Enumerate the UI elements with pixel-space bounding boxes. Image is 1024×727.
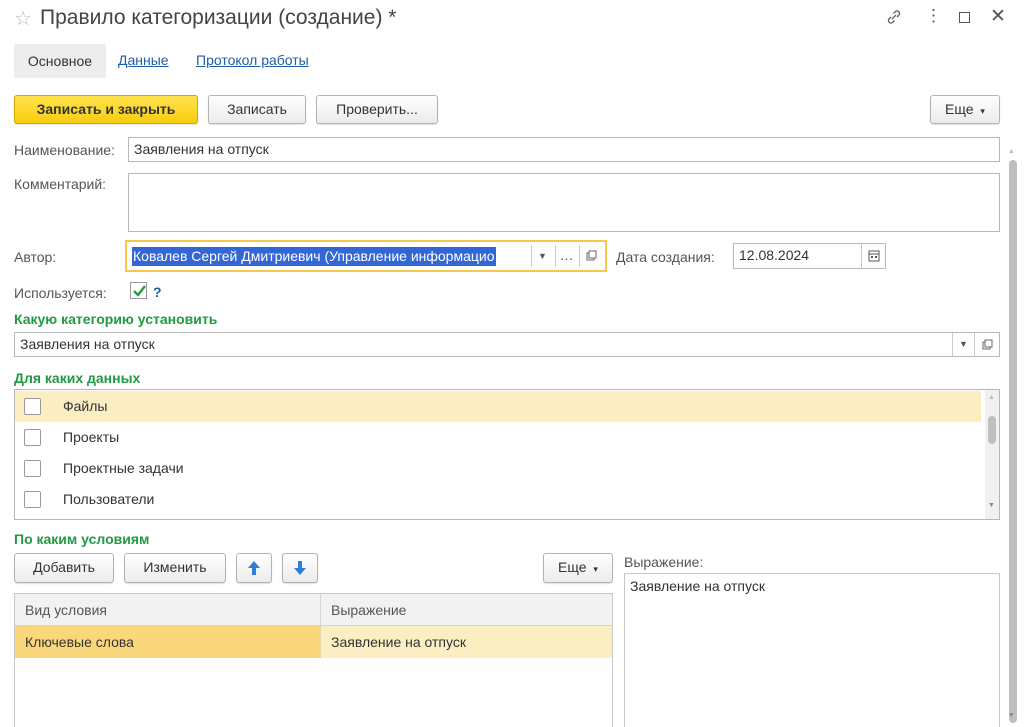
chevron-down-icon: ▾ [593, 564, 598, 574]
author-label: Автор: [14, 249, 57, 265]
open-icon[interactable] [579, 245, 601, 267]
category-field[interactable]: Заявления на отпуск ▼ [14, 332, 1000, 357]
expression-label: Выражение: [624, 554, 704, 570]
expression-value: Заявление на отпуск [630, 578, 765, 594]
category-heading: Какую категорию установить [14, 311, 218, 327]
more-vert-icon[interactable]: ⋮ [925, 6, 942, 26]
data-heading: Для каких данных [14, 370, 141, 386]
checkbox[interactable] [24, 460, 41, 477]
conditions-heading: По каким условиям [14, 531, 150, 547]
conditions-table: Вид условия Выражение Ключевые слова Зая… [14, 593, 613, 727]
scroll-thumb[interactable] [988, 416, 996, 444]
open-icon[interactable] [974, 333, 999, 356]
close-icon[interactable]: ✕ [990, 5, 1006, 28]
list-item[interactable]: Файлы [15, 391, 981, 422]
list-item[interactable]: Пользователи [15, 484, 981, 515]
cell-expression: Заявление на отпуск [331, 634, 466, 650]
checkbox[interactable] [24, 398, 41, 415]
column-divider [320, 594, 321, 626]
column-header-expression[interactable]: Выражение [331, 602, 406, 618]
help-icon[interactable]: ? [153, 284, 162, 300]
link-icon[interactable] [885, 8, 903, 31]
author-field[interactable]: Ковалев Сергей Дмитриевич (Управление ин… [125, 240, 607, 272]
star-icon[interactable]: ☆ [14, 6, 32, 31]
expression-field[interactable]: Заявление на отпуск [624, 573, 1000, 727]
select-ellipsis-button[interactable]: … [555, 245, 577, 267]
table-row[interactable]: Ключевые слова Заявление на отпуск [15, 626, 612, 658]
tab-protocol[interactable]: Протокол работы [196, 52, 309, 68]
list-item[interactable]: Проекты [15, 422, 981, 453]
tab-data[interactable]: Данные [118, 52, 169, 68]
column-divider [320, 626, 321, 658]
name-label: Наименование: [14, 142, 115, 158]
list-item-label: Файлы [63, 398, 108, 414]
checkbox[interactable] [24, 429, 41, 446]
move-down-button[interactable] [282, 553, 318, 583]
scroll-up-icon[interactable]: ▲ [988, 394, 995, 401]
comment-label: Комментарий: [14, 176, 107, 192]
window-title: Правило категоризации (создание) * [40, 6, 397, 29]
conditions-more-button[interactable]: Еще ▾ [543, 553, 613, 583]
table-header: Вид условия Выражение [15, 594, 612, 626]
cell-type: Ключевые слова [25, 634, 134, 650]
check-button[interactable]: Проверить... [316, 95, 438, 124]
chevron-down-icon[interactable]: ▼ [531, 245, 553, 267]
calendar-icon[interactable] [861, 244, 885, 268]
category-value: Заявления на отпуск [20, 336, 155, 352]
date-field[interactable]: 12.08.2024 [733, 243, 886, 269]
maximize-icon[interactable] [959, 12, 970, 23]
column-header-type[interactable]: Вид условия [25, 602, 107, 618]
used-checkbox[interactable] [130, 282, 147, 299]
list-item-label: Проекты [63, 429, 120, 445]
chevron-down-icon[interactable]: ▼ [952, 333, 974, 356]
save-button[interactable]: Записать [208, 95, 306, 124]
date-label: Дата создания: [616, 249, 715, 265]
arrow-down-icon [294, 561, 306, 575]
add-button[interactable]: Добавить [14, 553, 114, 583]
name-field[interactable]: Заявления на отпуск [128, 137, 1000, 162]
list-item-label: Проектные задачи [63, 460, 184, 476]
checkmark-icon [133, 285, 146, 297]
author-value: Ковалев Сергей Дмитриевич (Управление ин… [132, 247, 496, 266]
scroll-down-icon[interactable]: ▼ [988, 502, 995, 509]
scrollbar[interactable]: ▲ ▼ [985, 390, 999, 519]
save-close-button[interactable]: Записать и закрыть [14, 95, 198, 124]
list-item[interactable]: Проектные задачи [15, 453, 981, 484]
edit-button[interactable]: Изменить [124, 553, 226, 583]
checkbox[interactable] [24, 491, 41, 508]
data-list: Файлы Проекты Проектные задачи Пользоват… [14, 389, 1000, 520]
chevron-down-icon: ▾ [980, 106, 985, 116]
comment-field[interactable] [128, 173, 1000, 232]
more-button[interactable]: Еще ▾ [930, 95, 1000, 124]
more-label: Еще [945, 101, 974, 117]
arrow-up-icon [248, 561, 260, 575]
used-label: Используется: [14, 285, 107, 301]
tab-main[interactable]: Основное [14, 44, 106, 78]
conditions-more-label: Еще [558, 559, 587, 575]
move-up-button[interactable] [236, 553, 272, 583]
list-item-label: Пользователи [63, 491, 155, 507]
scroll-down-icon[interactable]: ▼ [1008, 712, 1015, 719]
window-scroll-thumb[interactable] [1009, 160, 1017, 723]
scroll-up-icon[interactable]: ▲ [1008, 148, 1015, 155]
date-value: 12.08.2024 [739, 247, 810, 263]
